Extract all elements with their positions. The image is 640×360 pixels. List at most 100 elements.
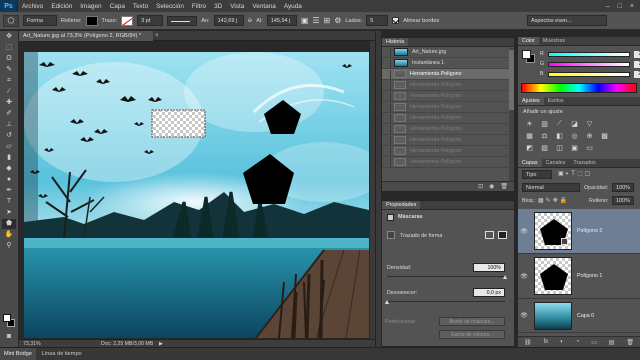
gradient-map-icon[interactable]: ▭	[583, 142, 596, 153]
path-alignment-icon[interactable]: ☰	[312, 16, 319, 25]
filter-icons[interactable]: ▣◐T⬚▢	[558, 170, 592, 177]
history-source-box[interactable]	[382, 69, 391, 79]
document-tab[interactable]: Art_Nature.jpg al 73,3% (Polígono 2, RGB…	[19, 31, 153, 41]
menu-archivo[interactable]: Archivo	[18, 3, 47, 10]
color-lookup-icon[interactable]: ▩	[598, 130, 611, 141]
history-source-box[interactable]	[382, 146, 391, 156]
hue-saturation-icon[interactable]: ▦	[523, 130, 536, 141]
layer-style-icon[interactable]: fx	[544, 339, 549, 345]
history-item[interactable]: Herramienta Polígono	[382, 113, 514, 124]
history-scrollbar[interactable]	[509, 48, 514, 182]
add-vector-mask-icon[interactable]	[485, 231, 494, 239]
history-item[interactable]: Herramienta Polígono	[382, 157, 514, 168]
layer-name[interactable]: Polígono 1	[577, 273, 602, 279]
clone-stamp-tool-icon[interactable]: ⊥	[2, 120, 16, 130]
history-source-box[interactable]	[382, 47, 391, 57]
history-item[interactable]: Herramienta Polígono	[382, 91, 514, 102]
layer-name[interactable]: Capa 0	[577, 313, 594, 319]
eyedropper-tool-icon[interactable]: ⁄	[2, 87, 16, 97]
blue-value[interactable]: 255	[633, 70, 640, 78]
vibrance-icon[interactable]: ▽	[583, 118, 596, 129]
tool-preset-icon[interactable]: ⬠	[3, 14, 19, 27]
menu-seleccion[interactable]: Selección	[152, 3, 188, 10]
camera-snapshot-icon[interactable]: ◉	[489, 182, 494, 191]
fill-field[interactable]: 100%	[612, 196, 634, 205]
tab-timeline[interactable]: Línea de tiempo	[38, 348, 86, 360]
history-item[interactable]: Herramienta Polígono	[382, 146, 514, 157]
history-source-box[interactable]	[382, 80, 391, 90]
history-item[interactable]: Herramienta Polígono	[382, 124, 514, 135]
lasso-tool-icon[interactable]: ʘ	[2, 54, 16, 64]
menu-3d[interactable]: 3D	[210, 3, 226, 10]
dodge-tool-icon[interactable]: ●	[2, 175, 16, 185]
trash-icon[interactable]: 🗑	[500, 182, 508, 191]
link-icon[interactable]: ⊖	[248, 18, 253, 24]
history-source-box[interactable]	[382, 113, 391, 123]
eraser-tool-icon[interactable]: ▱	[2, 142, 16, 152]
feather-slider-handle[interactable]	[385, 300, 389, 304]
history-item[interactable]: Instantánea 1	[382, 58, 514, 69]
quick-mask-icon[interactable]: ◙	[2, 332, 16, 342]
feather-slider[interactable]	[387, 301, 505, 302]
new-layer-icon[interactable]: ▤	[609, 339, 615, 346]
settings-gear-icon[interactable]: ⚙	[334, 16, 341, 25]
brush-tool-icon[interactable]: ✐	[2, 109, 16, 119]
layer-filter-select[interactable]: Tipo	[522, 170, 552, 179]
adjustment-layer-icon[interactable]: ◔	[576, 339, 580, 345]
history-item[interactable]: Herramienta Polígono	[382, 69, 514, 80]
tab-mini-bridge[interactable]: Mini Bridge	[0, 348, 36, 360]
photo-filter-icon[interactable]: ◎	[568, 130, 581, 141]
color-range-button[interactable]: Gama de colores...	[439, 330, 505, 339]
curves-icon[interactable]: ⟋	[553, 118, 566, 129]
layer-row-poligono-2[interactable]: 👁 Polígono 2	[518, 209, 640, 254]
green-value[interactable]: 255	[634, 60, 640, 68]
channel-mixer-icon[interactable]: ⊕	[583, 130, 596, 141]
gradient-tool-icon[interactable]: ▮	[2, 153, 16, 163]
menu-ventana[interactable]: Ventana	[248, 3, 279, 10]
visibility-eye-icon[interactable]: 👁	[518, 273, 530, 280]
visibility-eye-icon[interactable]: 👁	[518, 228, 530, 235]
minimize-button[interactable]: –	[606, 3, 610, 10]
tab-trazados[interactable]: Trazados	[569, 159, 599, 167]
healing-brush-tool-icon[interactable]: ✚	[2, 98, 16, 108]
blend-mode-select[interactable]: Normal	[522, 183, 580, 192]
align-edges-checkbox[interactable]	[392, 17, 400, 24]
threshold-icon[interactable]: ◫	[553, 142, 566, 153]
red-value[interactable]: 255	[633, 50, 640, 58]
menu-edicion[interactable]: Edición	[47, 3, 76, 10]
black-white-icon[interactable]: ◧	[553, 130, 566, 141]
crop-tool-icon[interactable]: ⌗	[2, 76, 16, 86]
tab-canales[interactable]: Canales	[542, 159, 570, 167]
density-slider-handle[interactable]	[503, 275, 507, 279]
path-arrange-icon[interactable]: ⊞	[324, 16, 331, 25]
invert-icon[interactable]: ◩	[523, 142, 536, 153]
stroke-swatch[interactable]	[121, 15, 134, 26]
quick-select-tool-icon[interactable]: ✎	[2, 65, 16, 75]
tab-historia[interactable]: Historia	[382, 38, 409, 46]
menu-vista[interactable]: Vista	[226, 3, 248, 10]
mask-edge-button[interactable]: Borde de máscara...	[439, 317, 505, 326]
menu-ayuda[interactable]: Ayuda	[280, 3, 306, 10]
opacity-field[interactable]: 100%	[612, 183, 634, 192]
path-selection-tool-icon[interactable]: ➤	[2, 208, 16, 218]
density-slider[interactable]	[387, 276, 505, 277]
color-spectrum-bar[interactable]	[521, 83, 637, 93]
pixel-mask-button[interactable]	[387, 231, 395, 239]
history-source-box[interactable]	[382, 135, 391, 145]
stroke-width-field[interactable]: 3 pt	[137, 15, 164, 26]
brightness-contrast-icon[interactable]: ☀	[523, 118, 536, 129]
blur-tool-icon[interactable]: ◆	[2, 164, 16, 174]
vector-mask-icon[interactable]	[498, 231, 507, 239]
sides-field[interactable]: 5	[366, 15, 389, 26]
history-source-box[interactable]	[382, 124, 391, 134]
hand-tool-icon[interactable]: ✋	[2, 230, 16, 240]
marquee-tool-icon[interactable]: ⬚	[2, 43, 16, 53]
width-field[interactable]: 142,69 j	[213, 15, 244, 26]
pen-tool-icon[interactable]: ✒	[2, 186, 16, 196]
density-field[interactable]: 100%	[473, 263, 505, 272]
tab-propiedades[interactable]: Propiedades	[382, 201, 421, 209]
fill-swatch[interactable]	[85, 15, 98, 26]
height-field[interactable]: 145,94 j	[266, 15, 297, 26]
history-source-box[interactable]	[382, 91, 391, 101]
tab-ajustes[interactable]: Ajustes	[518, 97, 544, 105]
